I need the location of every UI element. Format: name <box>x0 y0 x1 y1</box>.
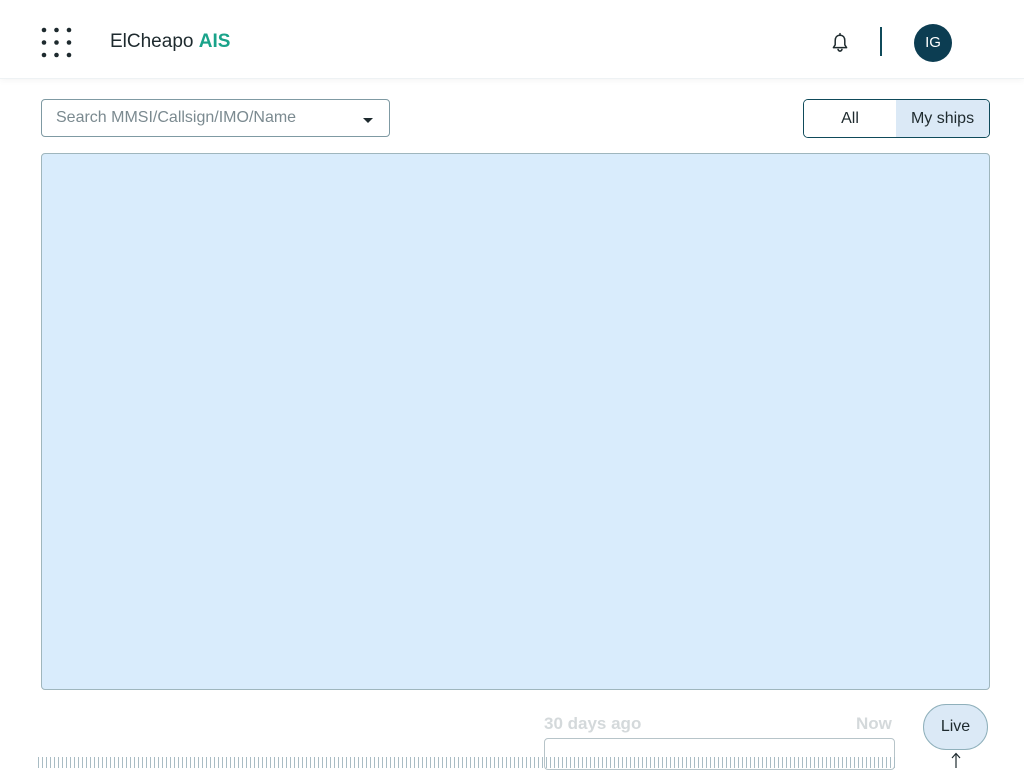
arrow-up-icon <box>951 752 961 768</box>
caret-down-icon[interactable] <box>363 118 373 123</box>
user-avatar[interactable]: IG <box>914 24 952 62</box>
live-button[interactable]: Live <box>923 704 988 750</box>
bell-icon[interactable] <box>829 32 851 54</box>
timeline-tick-scale[interactable] <box>38 757 895 768</box>
top-app-bar: ElCheapo AIS IG <box>0 0 1024 79</box>
brand-name: ElCheapo <box>110 31 194 52</box>
filter-option-all[interactable]: All <box>804 100 896 137</box>
timeline-end-label: Now <box>856 714 892 733</box>
header-divider <box>880 27 882 56</box>
brand-accent: AIS <box>198 31 231 52</box>
filter-option-my-ships[interactable]: My ships <box>896 100 989 137</box>
ship-filter-toggle: All My ships <box>803 99 990 138</box>
timeline-start-label: 30 days ago <box>544 714 642 733</box>
ship-search-input[interactable] <box>56 100 346 136</box>
brand-logo[interactable]: ElCheapo AIS <box>110 31 230 53</box>
map-canvas[interactable] <box>41 153 990 690</box>
ship-search-combobox[interactable] <box>41 99 390 137</box>
grid-dots-icon[interactable] <box>41 27 72 58</box>
